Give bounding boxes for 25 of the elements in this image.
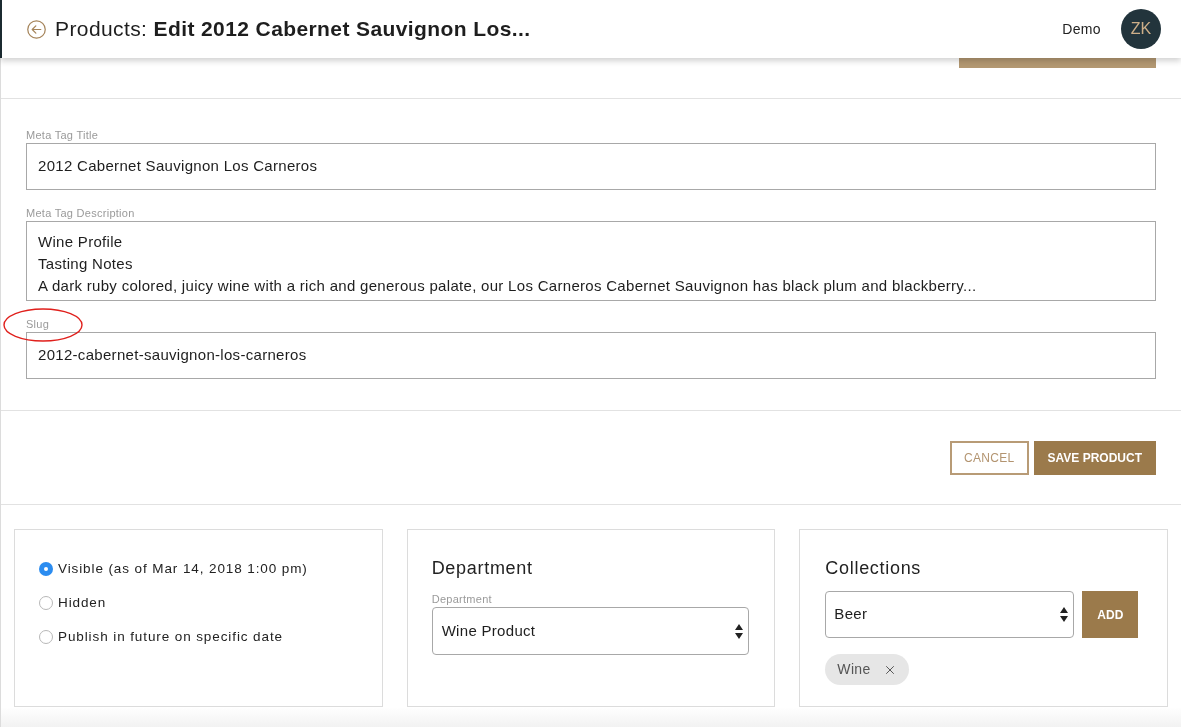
radio-button[interactable] [39,595,53,610]
save-product-button[interactable]: SAVE PRODUCT [1033,440,1156,475]
field-label: Meta Tag Description [26,206,135,220]
radio-label: Publish in future on specific date [58,628,283,645]
radio-label: Hidden [58,594,107,611]
department-select[interactable]: Wine Product [431,607,750,655]
textarea-field[interactable]: Wine Profile Tasting Notes A dark ruby colored, juicy wine with a rich and generous palate, our Los Carneros Cabernet Sauvignon has black plum and blackberry... [26,221,1156,301]
page-title: Products: Edit 2012 Cabernet Sauvignon Los... [55,16,531,43]
field-label: Slug [26,317,50,331]
add-button[interactable]: ADD [1082,591,1139,638]
card-heading: Collections [825,557,922,580]
field-label: Department [431,592,492,606]
select-arrows-icon [1060,607,1069,622]
card-heading: Department [431,557,533,580]
tag-label: Wine [837,660,871,679]
text-input-field[interactable]: 2012-cabernet-sauvignon-los-carneros [26,332,1156,379]
user-name[interactable]: Demo [1062,18,1101,40]
select-arrows-icon [735,623,744,639]
text-input-field[interactable]: 2012 Cabernet Sauvignon Los Carneros [26,143,1156,190]
field-label: Meta Tag Title [26,128,99,142]
collection-select[interactable]: Beer [825,591,1075,638]
user-avatar[interactable]: ZK [1121,9,1161,49]
radio-label: Visible (as of Mar 14, 2018 1:00 pm) [58,560,308,577]
radio-button[interactable] [39,561,53,576]
radio-button[interactable] [39,629,53,644]
